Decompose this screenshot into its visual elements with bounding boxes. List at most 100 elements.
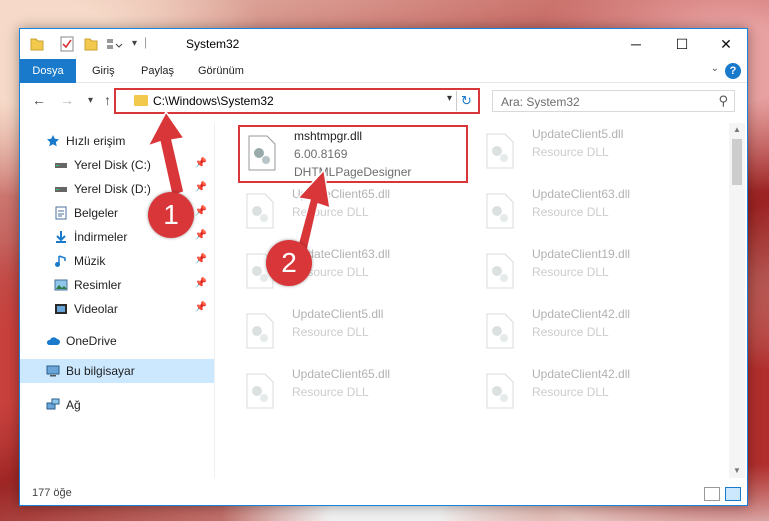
sidebar-item-quick-access[interactable]: Hızlı erişim — [20, 129, 215, 153]
sidebar-item-pictures[interactable]: Resimler 📌 — [20, 273, 215, 297]
sidebar-item-label: Resimler — [74, 278, 122, 292]
sidebar-item-label: Bu bilgisayar — [66, 364, 135, 378]
sidebar-item-label: Yerel Disk (C:) — [74, 158, 151, 172]
file-description: Resource DLL — [532, 385, 609, 399]
dll-file-icon — [246, 313, 274, 349]
file-description: Resource DLL — [532, 325, 609, 339]
tab-view[interactable]: Görünüm — [198, 59, 244, 83]
file-tile[interactable]: UpdateClient19.dll Resource DLL — [478, 245, 708, 303]
address-folder-icon — [134, 95, 148, 106]
sidebar-item-label: İndirmeler — [74, 230, 128, 244]
new-folder-icon[interactable] — [84, 36, 98, 52]
sidebar-item-label: OneDrive — [66, 334, 117, 348]
search-box[interactable]: Ara: System32 ⚲ — [492, 90, 735, 112]
forward-arrow-icon[interactable]: → — [60, 92, 74, 108]
video-icon — [55, 304, 67, 314]
dll-file-icon — [486, 193, 514, 229]
file-name: UpdateClient42.dll — [532, 307, 631, 321]
sidebar-item-label: Müzik — [74, 254, 106, 268]
up-arrow-icon[interactable]: ↑ — [104, 92, 111, 108]
recent-locations-icon[interactable]: ▾ — [88, 95, 93, 106]
file-tile[interactable]: UpdateClient5.dll Resource DLL — [238, 305, 468, 363]
vertical-scrollbar[interactable]: ▲ ▼ — [729, 123, 745, 478]
file-name: UpdateClient63.dll — [532, 187, 631, 201]
sidebar-item-network[interactable]: Ağ — [20, 393, 215, 417]
file-description: Resource DLL — [292, 385, 369, 399]
help-icon[interactable]: ? — [725, 63, 741, 79]
search-icon[interactable]: ⚲ — [718, 93, 728, 109]
refresh-icon[interactable]: ↻ — [456, 91, 476, 111]
pane-divider[interactable] — [214, 123, 215, 478]
maximize-button[interactable]: ☐ — [659, 29, 705, 59]
item-count: 177 öğe — [32, 487, 72, 499]
file-name: UpdateClient19.dll — [532, 247, 631, 261]
annotation-badge-1: 1 — [148, 192, 194, 238]
drive-icon — [55, 187, 67, 192]
file-name: UpdateClient65.dll — [292, 187, 391, 201]
pin-icon[interactable]: 📌 — [195, 182, 207, 193]
scroll-up-icon[interactable]: ▲ — [729, 123, 745, 137]
star-icon — [47, 135, 59, 147]
file-tile[interactable]: UpdateClient42.dll Resource DLL — [478, 305, 708, 363]
file-tile[interactable]: UpdateClient65.dll Resource DLL — [238, 365, 468, 423]
cloud-icon — [46, 337, 60, 345]
sidebar-item-label: Yerel Disk (D:) — [74, 182, 151, 196]
address-bar[interactable]: C:\Windows\System32 ▾ ↻ — [114, 88, 480, 114]
sidebar-item-videos[interactable]: Videolar 📌 — [20, 297, 215, 321]
close-button[interactable]: ✕ — [703, 29, 749, 59]
tab-file[interactable]: Dosya — [20, 59, 76, 83]
status-bar: 177 öğe — [20, 483, 747, 505]
file-name: UpdateClient5.dll — [532, 127, 624, 141]
file-description: Resource DLL — [292, 325, 369, 339]
file-tile-mshtmpgr[interactable]: mshtmpgr.dll 6.00.8169 DHTMLPageDesigner — [238, 125, 468, 183]
network-icon — [46, 398, 60, 410]
details-view-icon[interactable] — [704, 487, 720, 501]
file-tile[interactable]: UpdateClient63.dll Resource DLL — [478, 185, 708, 243]
file-tile[interactable]: UpdateClient5.dll Resource DLL — [478, 125, 708, 183]
sidebar-item-label: Videolar — [74, 302, 118, 316]
sidebar-item-music[interactable]: Müzik 📌 — [20, 249, 215, 273]
address-path[interactable]: C:\Windows\System32 — [153, 94, 274, 108]
sidebar-item-onedrive[interactable]: OneDrive — [20, 329, 215, 353]
pin-icon[interactable]: 📌 — [195, 302, 207, 313]
pin-icon[interactable]: 📌 — [195, 254, 207, 265]
file-name: UpdateClient65.dll — [292, 367, 391, 381]
dll-file-icon — [246, 373, 274, 409]
back-arrow-icon[interactable]: ← — [32, 92, 46, 108]
scroll-thumb[interactable] — [732, 139, 742, 185]
file-version: 6.00.8169 — [294, 147, 348, 161]
tab-share[interactable]: Paylaş — [141, 59, 174, 83]
sidebar-item-label: Hızlı erişim — [66, 134, 126, 148]
dll-file-icon — [486, 313, 514, 349]
window-title: System32 — [186, 37, 240, 51]
file-tile[interactable]: UpdateClient42.dll Resource DLL — [478, 365, 708, 423]
document-icon — [55, 206, 67, 220]
music-icon — [55, 255, 66, 267]
address-dropdown-icon[interactable]: ▾ — [447, 93, 452, 104]
sidebar-item-disk-c[interactable]: Yerel Disk (C:) 📌 — [20, 153, 215, 177]
navigation-bar: ← → ▾ ↑ C:\Windows\System32 ▾ ↻ Ara: Sys… — [20, 84, 747, 118]
pin-icon[interactable]: 📌 — [195, 206, 207, 217]
customize-toolbar-icon[interactable] — [106, 36, 124, 52]
pin-icon[interactable]: 📌 — [195, 158, 207, 169]
tab-home[interactable]: Giriş — [92, 59, 115, 83]
dll-file-icon — [246, 193, 274, 229]
scroll-down-icon[interactable]: ▼ — [729, 464, 745, 478]
title-bar: ▾ | System32 ─ ☐ ✕ — [20, 29, 747, 59]
minimize-button[interactable]: ─ — [613, 29, 659, 59]
file-tile[interactable]: UpdateClient65.dll Resource DLL — [238, 185, 468, 243]
file-name: UpdateClient42.dll — [532, 367, 631, 381]
sidebar-item-this-pc[interactable]: Bu bilgisayar — [20, 359, 215, 383]
pin-icon[interactable]: 📌 — [195, 278, 207, 289]
file-name: mshtmpgr.dll — [294, 129, 363, 143]
pin-icon[interactable]: 📌 — [195, 230, 207, 241]
dll-file-icon — [486, 253, 514, 289]
dll-file-icon — [486, 133, 514, 169]
tiles-view-icon[interactable] — [725, 487, 741, 501]
sidebar-item-label: Belgeler — [74, 206, 119, 220]
ribbon-expand-icon[interactable]: ⌄ — [711, 63, 719, 74]
quick-access-dropdown-icon[interactable]: ▾ — [132, 38, 137, 54]
explorer-window: ▾ | System32 ─ ☐ ✕ Dosya Giriş Paylaş Gö… — [19, 28, 748, 506]
properties-icon[interactable] — [60, 36, 74, 52]
drive-icon — [55, 163, 67, 168]
